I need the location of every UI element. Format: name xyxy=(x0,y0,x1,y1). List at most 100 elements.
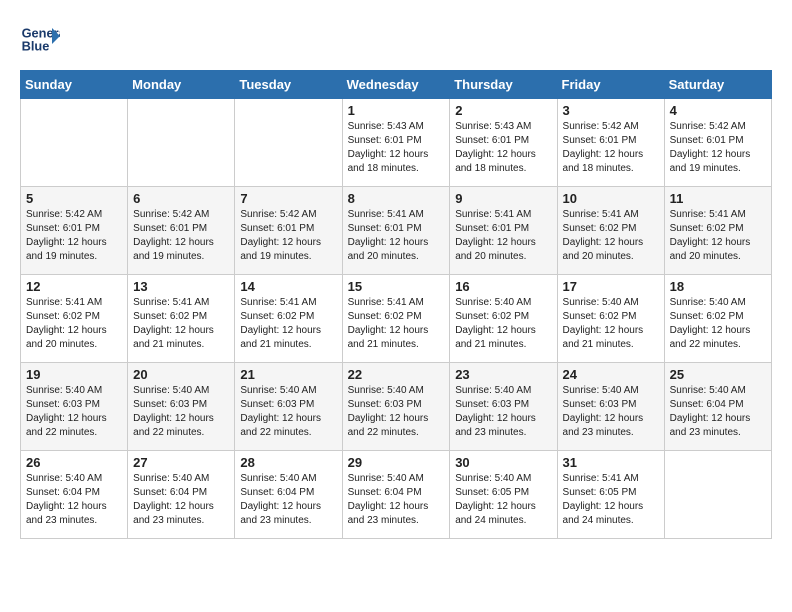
day-number: 22 xyxy=(348,367,445,382)
day-info: Sunrise: 5:42 AM Sunset: 6:01 PM Dayligh… xyxy=(240,208,336,264)
calendar-cell: 17 Sunrise: 5:40 AM Sunset: 6:02 PM Dayli… xyxy=(557,275,664,363)
weekday-header-thursday: Thursday xyxy=(450,71,557,99)
calendar-week-row: 12Sunrise: 5:41 AM Sunset: 6:02 PM Dayli… xyxy=(21,275,772,363)
day-info: Sunrise: 5:42 AM Sunset: 6:01 PM Dayligh… xyxy=(26,208,122,264)
day-number: 11 xyxy=(670,191,766,206)
calendar-cell: 24Sunrise: 5:40 AM Sunset: 6:03 PM Dayli… xyxy=(557,363,664,451)
day-number: 10 xyxy=(563,191,659,206)
calendar-cell: 27 Sunrise: 5:40 AM Sunset: 6:04 PM Dayli… xyxy=(128,451,235,539)
day-number: 9 xyxy=(455,191,551,206)
weekday-header-friday: Friday xyxy=(557,71,664,99)
calendar-cell: 22 Sunrise: 5:40 AM Sunset: 6:03 PM Dayli… xyxy=(342,363,450,451)
day-info: Sunrise: 5:41 AM Sunset: 6:02 PM Dayligh… xyxy=(670,208,766,264)
day-info: Sunrise: 5:40 AM Sunset: 6:03 PM Dayligh… xyxy=(133,384,229,440)
svg-text:Blue: Blue xyxy=(22,38,50,53)
weekday-header-wednesday: Wednesday xyxy=(342,71,450,99)
day-number: 29 xyxy=(348,455,445,470)
day-info: Sunrise: 5:40 AM Sunset: 6:04 PM Dayligh… xyxy=(133,472,229,528)
weekday-header-tuesday: Tuesday xyxy=(235,71,342,99)
calendar-cell xyxy=(128,99,235,187)
calendar-table: SundayMondayTuesdayWednesdayThursdayFrid… xyxy=(20,70,772,539)
calendar-cell: 5 Sunrise: 5:42 AM Sunset: 6:01 PM Daylig… xyxy=(21,187,128,275)
calendar-cell: 31 Sunrise: 5:41 AM Sunset: 6:05 PM Dayli… xyxy=(557,451,664,539)
day-number: 25 xyxy=(670,367,766,382)
calendar-cell: 23Sunrise: 5:40 AM Sunset: 6:03 PM Dayli… xyxy=(450,363,557,451)
calendar-cell: 14 Sunrise: 5:41 AM Sunset: 6:02 PM Dayli… xyxy=(235,275,342,363)
day-number: 8 xyxy=(348,191,445,206)
weekday-header-sunday: Sunday xyxy=(21,71,128,99)
calendar-cell: 28Sunrise: 5:40 AM Sunset: 6:04 PM Dayli… xyxy=(235,451,342,539)
day-info: Sunrise: 5:40 AM Sunset: 6:03 PM Dayligh… xyxy=(240,384,336,440)
day-number: 27 xyxy=(133,455,229,470)
day-info: Sunrise: 5:41 AM Sunset: 6:02 PM Dayligh… xyxy=(240,296,336,352)
day-info: Sunrise: 5:40 AM Sunset: 6:03 PM Dayligh… xyxy=(26,384,122,440)
calendar-cell: 16 Sunrise: 5:40 AM Sunset: 6:02 PM Dayli… xyxy=(450,275,557,363)
calendar-cell: 25 Sunrise: 5:40 AM Sunset: 6:04 PM Dayli… xyxy=(664,363,771,451)
day-info: Sunrise: 5:41 AM Sunset: 6:02 PM Dayligh… xyxy=(563,208,659,264)
day-number: 1 xyxy=(348,103,445,118)
day-info: Sunrise: 5:41 AM Sunset: 6:05 PM Dayligh… xyxy=(563,472,659,528)
day-number: 21 xyxy=(240,367,336,382)
day-number: 15 xyxy=(348,279,445,294)
calendar-cell: 11 Sunrise: 5:41 AM Sunset: 6:02 PM Dayli… xyxy=(664,187,771,275)
weekday-header-saturday: Saturday xyxy=(664,71,771,99)
calendar-cell: 21 Sunrise: 5:40 AM Sunset: 6:03 PM Dayli… xyxy=(235,363,342,451)
day-number: 5 xyxy=(26,191,122,206)
day-info: Sunrise: 5:40 AM Sunset: 6:04 PM Dayligh… xyxy=(670,384,766,440)
day-number: 4 xyxy=(670,103,766,118)
weekday-header-monday: Monday xyxy=(128,71,235,99)
calendar-cell xyxy=(664,451,771,539)
calendar-cell: 7 Sunrise: 5:42 AM Sunset: 6:01 PM Daylig… xyxy=(235,187,342,275)
day-info: Sunrise: 5:42 AM Sunset: 6:01 PM Dayligh… xyxy=(133,208,229,264)
day-info: Sunrise: 5:41 AM Sunset: 6:01 PM Dayligh… xyxy=(348,208,445,264)
page-header: General Blue xyxy=(20,20,772,60)
day-info: Sunrise: 5:41 AM Sunset: 6:02 PM Dayligh… xyxy=(26,296,122,352)
calendar-cell xyxy=(21,99,128,187)
calendar-cell: 15 Sunrise: 5:41 AM Sunset: 6:02 PM Dayli… xyxy=(342,275,450,363)
calendar-cell: 6 Sunrise: 5:42 AM Sunset: 6:01 PM Daylig… xyxy=(128,187,235,275)
day-number: 26 xyxy=(26,455,122,470)
day-info: Sunrise: 5:41 AM Sunset: 6:02 PM Dayligh… xyxy=(133,296,229,352)
day-number: 14 xyxy=(240,279,336,294)
calendar-cell: 20 Sunrise: 5:40 AM Sunset: 6:03 PM Dayli… xyxy=(128,363,235,451)
day-number: 17 xyxy=(563,279,659,294)
day-info: Sunrise: 5:41 AM Sunset: 6:01 PM Dayligh… xyxy=(455,208,551,264)
day-info: Sunrise: 5:40 AM Sunset: 6:02 PM Dayligh… xyxy=(455,296,551,352)
day-info: Sunrise: 5:42 AM Sunset: 6:01 PM Dayligh… xyxy=(670,120,766,176)
day-info: Sunrise: 5:43 AM Sunset: 6:01 PM Dayligh… xyxy=(348,120,445,176)
calendar-cell: 10 Sunrise: 5:41 AM Sunset: 6:02 PM Dayli… xyxy=(557,187,664,275)
day-number: 19 xyxy=(26,367,122,382)
calendar-cell xyxy=(235,99,342,187)
day-info: Sunrise: 5:42 AM Sunset: 6:01 PM Dayligh… xyxy=(563,120,659,176)
day-info: Sunrise: 5:41 AM Sunset: 6:02 PM Dayligh… xyxy=(348,296,445,352)
calendar-cell: 8 Sunrise: 5:41 AM Sunset: 6:01 PM Daylig… xyxy=(342,187,450,275)
day-info: Sunrise: 5:43 AM Sunset: 6:01 PM Dayligh… xyxy=(455,120,551,176)
day-info: Sunrise: 5:40 AM Sunset: 6:04 PM Dayligh… xyxy=(26,472,122,528)
calendar-cell: 9 Sunrise: 5:41 AM Sunset: 6:01 PM Daylig… xyxy=(450,187,557,275)
calendar-cell: 30Sunrise: 5:40 AM Sunset: 6:05 PM Dayli… xyxy=(450,451,557,539)
day-number: 6 xyxy=(133,191,229,206)
day-number: 13 xyxy=(133,279,229,294)
calendar-cell: 4 Sunrise: 5:42 AM Sunset: 6:01 PM Daylig… xyxy=(664,99,771,187)
day-info: Sunrise: 5:40 AM Sunset: 6:03 PM Dayligh… xyxy=(563,384,659,440)
day-number: 2 xyxy=(455,103,551,118)
logo-icon: General Blue xyxy=(20,20,60,60)
day-number: 3 xyxy=(563,103,659,118)
calendar-cell: 19 Sunrise: 5:40 AM Sunset: 6:03 PM Dayli… xyxy=(21,363,128,451)
day-number: 7 xyxy=(240,191,336,206)
day-info: Sunrise: 5:40 AM Sunset: 6:02 PM Dayligh… xyxy=(563,296,659,352)
calendar-cell: 12Sunrise: 5:41 AM Sunset: 6:02 PM Dayli… xyxy=(21,275,128,363)
calendar-week-row: 1 Sunrise: 5:43 AM Sunset: 6:01 PM Daylig… xyxy=(21,99,772,187)
day-number: 20 xyxy=(133,367,229,382)
calendar-week-row: 26 Sunrise: 5:40 AM Sunset: 6:04 PM Dayli… xyxy=(21,451,772,539)
calendar-cell: 3 Sunrise: 5:42 AM Sunset: 6:01 PM Daylig… xyxy=(557,99,664,187)
day-number: 31 xyxy=(563,455,659,470)
calendar-week-row: 5 Sunrise: 5:42 AM Sunset: 6:01 PM Daylig… xyxy=(21,187,772,275)
day-number: 30 xyxy=(455,455,551,470)
calendar-cell: 18Sunrise: 5:40 AM Sunset: 6:02 PM Dayli… xyxy=(664,275,771,363)
day-number: 16 xyxy=(455,279,551,294)
calendar-cell: 26 Sunrise: 5:40 AM Sunset: 6:04 PM Dayli… xyxy=(21,451,128,539)
day-number: 28 xyxy=(240,455,336,470)
day-info: Sunrise: 5:40 AM Sunset: 6:03 PM Dayligh… xyxy=(348,384,445,440)
calendar-cell: 2 Sunrise: 5:43 AM Sunset: 6:01 PM Daylig… xyxy=(450,99,557,187)
